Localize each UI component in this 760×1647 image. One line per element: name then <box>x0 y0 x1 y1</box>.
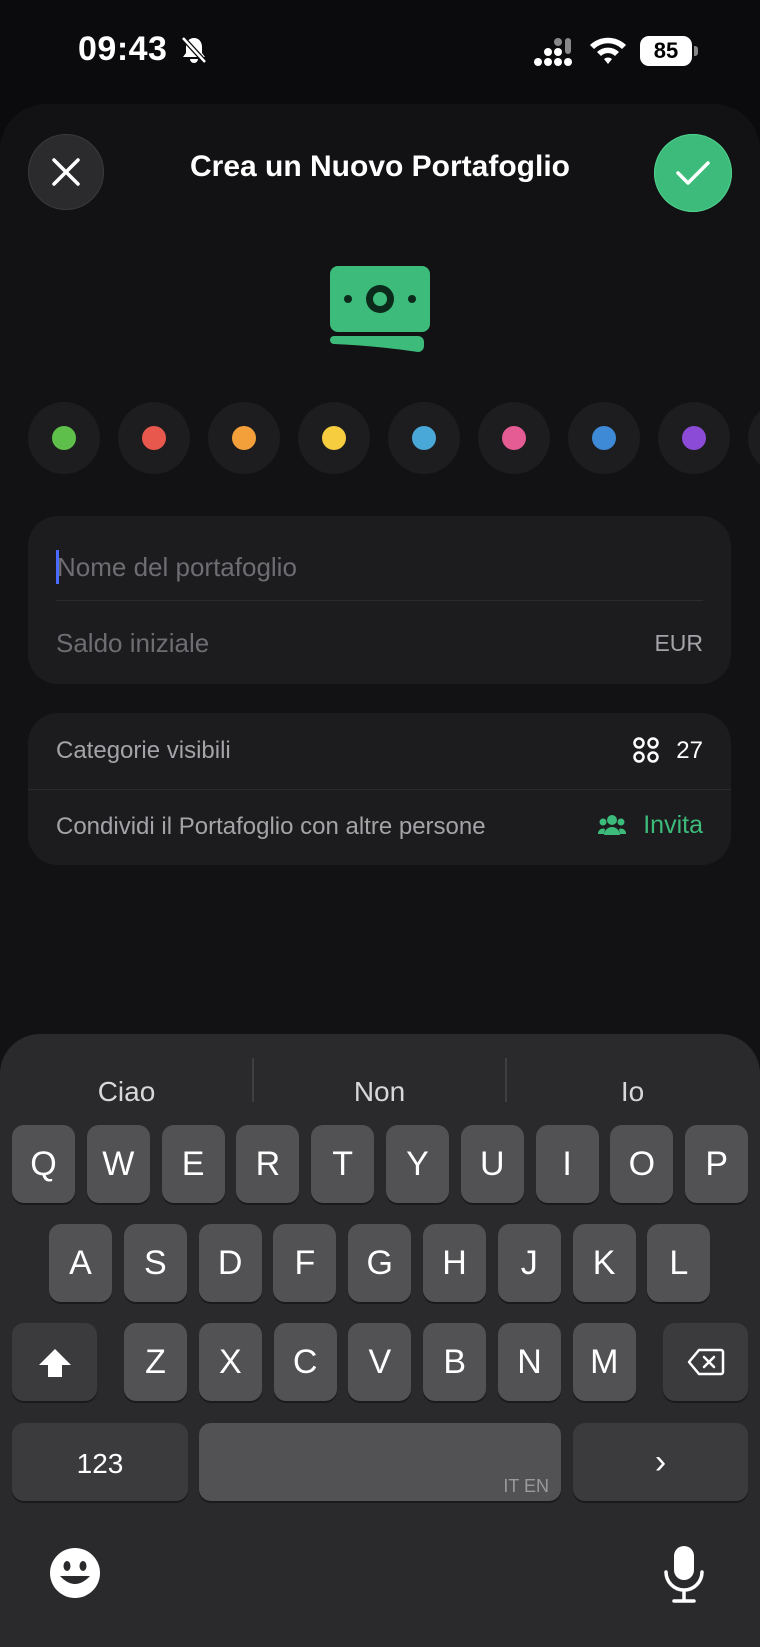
color-picker <box>28 402 760 474</box>
color-dot <box>592 426 616 450</box>
color-swatch[interactable] <box>658 402 730 474</box>
suggestion-2[interactable]: Non <box>253 1076 506 1108</box>
key-m[interactable]: M <box>572 1323 636 1401</box>
color-swatch[interactable] <box>388 402 460 474</box>
confirm-button[interactable] <box>654 134 732 212</box>
color-dot <box>52 426 76 450</box>
color-dot <box>412 426 436 450</box>
invite-button[interactable]: Invita <box>643 811 703 840</box>
microphone-icon[interactable] <box>662 1544 706 1604</box>
key-j[interactable]: J <box>497 1224 561 1302</box>
key-a[interactable]: A <box>49 1224 112 1302</box>
emoji-icon[interactable] <box>48 1546 102 1600</box>
color-swatch[interactable] <box>118 402 190 474</box>
battery-cap <box>694 46 698 56</box>
bell-muted-icon <box>181 36 207 64</box>
key-n[interactable]: N <box>498 1323 561 1401</box>
key-w[interactable]: W <box>86 1125 150 1203</box>
battery-indicator: 85 <box>640 36 698 66</box>
key-d[interactable]: D <box>198 1224 262 1302</box>
key-g[interactable]: G <box>348 1224 412 1302</box>
color-swatch[interactable] <box>28 402 100 474</box>
divider <box>56 600 703 601</box>
color-dot <box>322 426 346 450</box>
status-time: 09:43 <box>78 30 168 68</box>
key-x[interactable]: X <box>198 1323 262 1401</box>
currency-label[interactable]: EUR <box>654 630 703 657</box>
key-l[interactable]: L <box>647 1224 711 1302</box>
categories-grid-icon <box>633 737 659 763</box>
key-z[interactable]: Z <box>124 1323 187 1401</box>
checkmark-icon <box>676 161 710 185</box>
close-icon <box>52 158 80 186</box>
color-swatch[interactable] <box>208 402 280 474</box>
suggestion-1[interactable]: Ciao <box>0 1076 253 1108</box>
color-dot <box>502 426 526 450</box>
color-dot <box>142 426 166 450</box>
battery-level: 85 <box>640 36 692 66</box>
numbers-key[interactable]: 123 <box>12 1423 188 1501</box>
visible-categories-label: Categorie visibili <box>56 737 231 764</box>
share-wallet-label: Condividi il Portafoglio con altre perso… <box>56 813 486 840</box>
initial-balance-field[interactable]: Saldo iniziale EUR <box>28 612 731 676</box>
initial-balance-placeholder: Saldo iniziale <box>56 628 210 658</box>
shift-key[interactable] <box>12 1323 97 1401</box>
color-swatch[interactable] <box>568 402 640 474</box>
key-e[interactable]: E <box>161 1125 225 1203</box>
status-bar: 09:43 85 <box>0 0 760 100</box>
key-u[interactable]: U <box>460 1125 524 1203</box>
cellular-signal-icon <box>534 38 572 66</box>
money-wallet-icon[interactable] <box>328 262 432 358</box>
space-language-label: IT EN <box>503 1476 549 1496</box>
visible-categories-row[interactable]: Categorie visibili 27 <box>28 713 731 789</box>
return-key-label: › <box>654 1443 667 1481</box>
key-s[interactable]: S <box>123 1224 187 1302</box>
color-swatch[interactable] <box>748 402 760 474</box>
text-cursor <box>56 550 59 585</box>
wallet-settings-card: Categorie visibili 27 Condividi il Porta… <box>28 713 731 865</box>
share-wallet-row[interactable]: Condividi il Portafoglio con altre perso… <box>28 789 731 865</box>
numbers-key-label: 123 <box>76 1448 124 1479</box>
page-title: Crea un Nuovo Portafoglio <box>189 150 570 183</box>
categories-count: 27 <box>676 737 703 764</box>
color-swatch[interactable] <box>298 402 370 474</box>
delete-key[interactable] <box>663 1323 748 1401</box>
key-y[interactable]: Y <box>386 1125 449 1203</box>
shift-arrow-icon <box>38 1349 71 1377</box>
color-dot <box>682 426 706 450</box>
wallet-name-field[interactable]: Nome del portafoglio <box>28 536 731 600</box>
key-t[interactable]: T <box>311 1125 375 1203</box>
wallet-details-card: Nome del portafoglio Saldo iniziale EUR <box>28 516 731 684</box>
key-o[interactable]: O <box>610 1125 674 1203</box>
key-v[interactable]: V <box>348 1323 412 1401</box>
people-icon <box>598 815 626 835</box>
space-key[interactable]: IT EN <box>199 1423 561 1501</box>
key-c[interactable]: C <box>273 1323 337 1401</box>
key-k[interactable]: K <box>572 1224 636 1302</box>
wallet-name-placeholder: Nome del portafoglio <box>57 552 297 582</box>
color-swatch[interactable] <box>478 402 550 474</box>
key-i[interactable]: I <box>535 1125 599 1203</box>
key-h[interactable]: H <box>423 1224 486 1302</box>
key-r[interactable]: R <box>236 1125 300 1203</box>
delete-icon <box>687 1348 724 1376</box>
key-b[interactable]: B <box>423 1323 487 1401</box>
wallet-name-input[interactable]: Nome del portafoglio <box>56 550 297 586</box>
key-f[interactable]: F <box>273 1224 337 1302</box>
suggestion-3[interactable]: Io <box>506 1076 759 1108</box>
key-p[interactable]: P <box>685 1125 749 1203</box>
close-button[interactable] <box>28 134 104 210</box>
wifi-icon <box>590 37 626 64</box>
color-dot <box>232 426 256 450</box>
key-q[interactable]: Q <box>12 1125 75 1203</box>
return-key[interactable]: › <box>573 1423 748 1501</box>
